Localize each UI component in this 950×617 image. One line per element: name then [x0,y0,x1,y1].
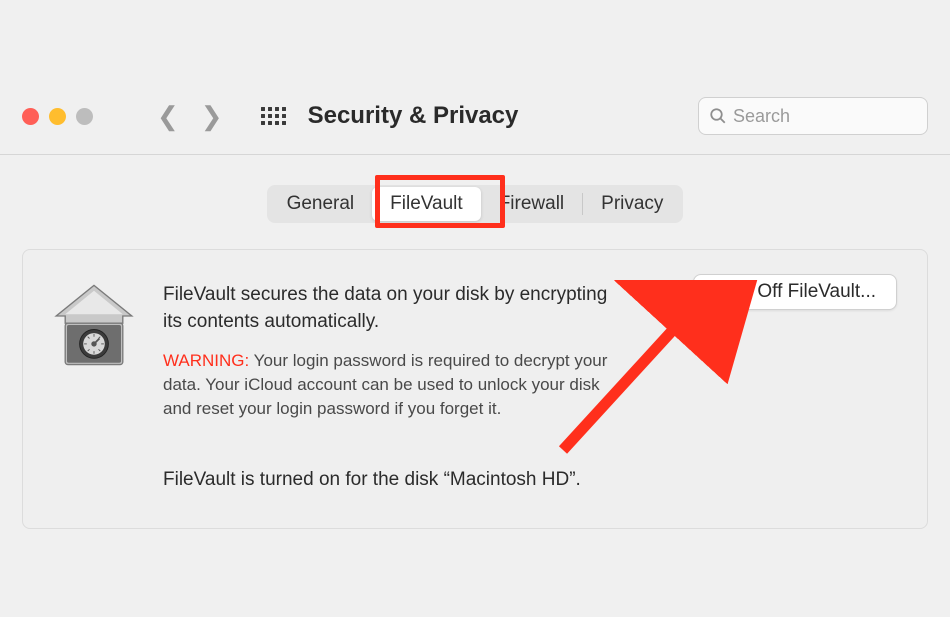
tab-bar: General FileVault Firewall Privacy [267,185,684,223]
warning-label: WARNING: [163,351,249,370]
page-title: Security & Privacy [308,102,519,130]
filevault-icon [49,280,139,370]
window-controls [22,108,93,125]
filevault-description: FileVault secures the data on your disk … [163,282,623,335]
tab-filevault[interactable]: FileVault [372,187,481,221]
tab-privacy[interactable]: Privacy [583,187,681,221]
search-icon [709,107,727,125]
tab-general[interactable]: General [269,187,373,221]
filevault-panel: FileVault secures the data on your disk … [22,249,928,529]
filevault-status: FileVault is turned on for the disk “Mac… [163,469,901,491]
nav-arrows: ❮ ❯ [157,101,223,132]
minimize-window-button[interactable] [49,108,66,125]
search-input[interactable] [733,106,917,127]
zoom-window-button[interactable] [76,108,93,125]
close-window-button[interactable] [22,108,39,125]
show-all-prefs-button[interactable] [261,107,286,125]
forward-button[interactable]: ❯ [201,101,223,132]
turn-off-filevault-button[interactable]: Turn Off FileVault... [693,274,897,310]
filevault-warning: WARNING: Your login password is required… [163,349,623,420]
search-box[interactable] [698,97,928,135]
window-toolbar: ❮ ❯ Security & Privacy [0,78,950,154]
tab-firewall[interactable]: Firewall [481,187,582,221]
back-button[interactable]: ❮ [157,101,179,132]
